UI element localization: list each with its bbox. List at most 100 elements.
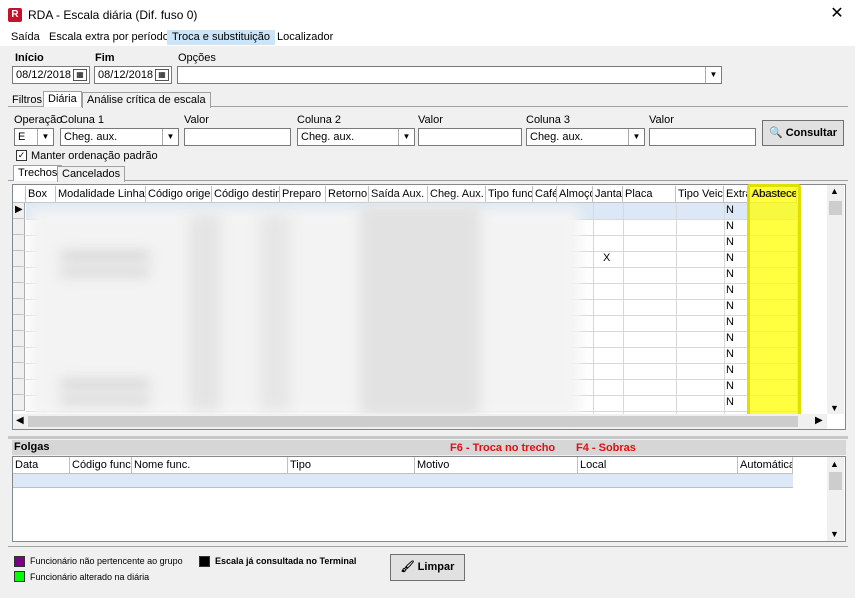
extra-cell: N — [726, 236, 734, 248]
col-motivo[interactable]: Motivo — [415, 457, 578, 474]
folgas-scroll-thumb[interactable] — [829, 472, 842, 490]
extra-cell: N — [726, 204, 734, 216]
col-local[interactable]: Local — [578, 457, 738, 474]
limpar-button[interactable]: 🖌 Limpar — [390, 554, 465, 581]
calendar-icon[interactable]: ▦ — [73, 69, 87, 81]
chevron-right-icon[interactable]: ▶ — [815, 415, 823, 426]
fim-date-field[interactable]: 08/12/2018 ▦ — [94, 66, 172, 84]
operacao-select[interactable]: E ▼ — [14, 128, 54, 146]
tab-cancelados[interactable]: Cancelados — [57, 166, 126, 182]
chevron-down-icon[interactable]: ▼ — [162, 129, 178, 145]
col-automatica[interactable]: Automática — [738, 457, 793, 474]
brush-icon: 🖌 — [400, 561, 415, 573]
row-indicator[interactable] — [13, 363, 25, 379]
manter-ordenacao-label: Manter ordenação padrão — [31, 150, 158, 162]
close-icon[interactable]: ✕ — [826, 4, 848, 24]
shortcut-f4: F4 - Sobras — [576, 442, 636, 454]
panel-splitter[interactable] — [8, 436, 848, 439]
row-indicator[interactable] — [13, 299, 25, 315]
col-saida-aux[interactable]: Saída Aux. — [369, 186, 428, 203]
col-cheg-aux[interactable]: Cheg. Aux. — [428, 186, 486, 203]
coluna2-select[interactable]: Cheg. aux. ▼ — [297, 128, 415, 146]
window-title: RDA - Escala diária (Dif. fuso 0) — [28, 8, 198, 22]
col-preparo[interactable]: Preparo — [280, 186, 326, 203]
fim-date-value: 08/12/2018 — [98, 69, 154, 81]
row-indicator[interactable] — [13, 283, 25, 299]
blurred-codes — [190, 215, 220, 410]
valor2-label: Valor — [418, 114, 443, 126]
grid-vertical-scrollbar[interactable] — [827, 185, 844, 414]
col-tipo-func[interactable]: Tipo func. — [486, 186, 533, 203]
row-indicator[interactable] — [13, 395, 25, 411]
row-indicator[interactable] — [13, 315, 25, 331]
tab-diaria[interactable]: Diária — [43, 91, 82, 107]
grid-corner — [13, 186, 26, 203]
shortcut-f6: F6 - Troca no trecho — [450, 442, 556, 454]
col-almoco[interactable]: Almoço — [557, 186, 593, 203]
menu-localizador[interactable]: Localizador — [272, 30, 338, 45]
valor1-label: Valor — [184, 114, 209, 126]
col-box[interactable]: Box — [26, 186, 56, 203]
col-separator — [676, 203, 677, 418]
row-indicator[interactable] — [13, 267, 25, 283]
blurred-codes — [260, 215, 290, 410]
chevron-up-icon[interactable]: ▲ — [830, 459, 839, 469]
menu-escala-extra[interactable]: Escala extra por período — [44, 30, 174, 45]
col-codigo-origem[interactable]: Código origem — [146, 186, 212, 203]
row-indicator[interactable] — [13, 251, 25, 267]
tab-filtros[interactable]: Filtros — [12, 94, 42, 106]
row-indicator[interactable] — [13, 235, 25, 251]
legend-divider — [8, 546, 848, 547]
chevron-down-icon[interactable]: ▼ — [830, 529, 839, 539]
col-retorno[interactable]: Retorno — [326, 186, 369, 203]
chevron-left-icon[interactable]: ◀ — [16, 415, 24, 426]
hscroll-thumb[interactable] — [28, 416, 798, 427]
blurred-text — [60, 268, 150, 276]
operacao-value: E — [18, 131, 26, 143]
grid-tab-divider — [8, 180, 848, 181]
row-indicator[interactable] — [13, 379, 25, 395]
col-tipo[interactable]: Tipo — [288, 457, 415, 474]
calendar-icon[interactable]: ▦ — [155, 69, 169, 81]
row-indicator[interactable] — [13, 219, 25, 235]
chevron-down-icon[interactable]: ▼ — [705, 67, 721, 83]
valor1-input[interactable] — [184, 128, 291, 146]
col-nome-func[interactable]: Nome func. — [132, 457, 288, 474]
col-placa[interactable]: Placa — [623, 186, 676, 203]
menu-saida[interactable]: Saída — [6, 30, 45, 45]
chevron-up-icon[interactable]: ▲ — [830, 186, 839, 196]
coluna1-select[interactable]: Cheg. aux. ▼ — [60, 128, 179, 146]
legend-color-purple — [14, 556, 25, 567]
folgas-selected-row[interactable] — [13, 474, 793, 488]
menu-troca-substituicao[interactable]: Troca e substituição — [167, 30, 276, 45]
extra-cell: N — [726, 316, 734, 328]
col-cafe[interactable]: Café — [533, 186, 557, 203]
coluna2-label: Coluna 2 — [297, 114, 342, 126]
chevron-down-icon[interactable]: ▼ — [628, 129, 644, 145]
col-tipo-veic[interactable]: Tipo Veic. — [676, 186, 724, 203]
manter-ordenacao-checkbox[interactable]: ✓ — [16, 150, 27, 161]
row-indicator[interactable] — [13, 347, 25, 363]
col-data[interactable]: Data — [13, 457, 70, 474]
opcoes-select[interactable]: ▼ — [177, 66, 722, 84]
chevron-down-icon[interactable]: ▼ — [37, 129, 53, 145]
consultar-button[interactable]: 🔍 Consultar — [762, 120, 844, 146]
scroll-thumb[interactable] — [829, 201, 842, 215]
valor2-input[interactable] — [418, 128, 522, 146]
valor3-input[interactable] — [649, 128, 756, 146]
row-indicator[interactable] — [13, 331, 25, 347]
coluna1-label: Coluna 1 — [60, 114, 105, 126]
col-codigo-func[interactable]: Código func. — [70, 457, 132, 474]
col-codigo-destino[interactable]: Código destino — [212, 186, 280, 203]
inicio-date-field[interactable]: 08/12/2018 ▦ — [12, 66, 90, 84]
chevron-down-icon[interactable]: ▼ — [830, 403, 839, 413]
limpar-label: Limpar — [417, 561, 455, 573]
tab-trechos[interactable]: Trechos — [13, 165, 63, 181]
chevron-down-icon[interactable]: ▼ — [398, 129, 414, 145]
coluna3-select[interactable]: Cheg. aux. ▼ — [526, 128, 645, 146]
col-modalidade-linha[interactable]: Modalidade Linha — [56, 186, 146, 203]
col-jantar[interactable]: Jantar — [593, 186, 623, 203]
row-indicator-current[interactable]: ▶ — [13, 203, 25, 219]
col-extra[interactable]: Extra — [724, 186, 749, 203]
tab-analise-critica[interactable]: Análise crítica de escala — [82, 92, 211, 108]
